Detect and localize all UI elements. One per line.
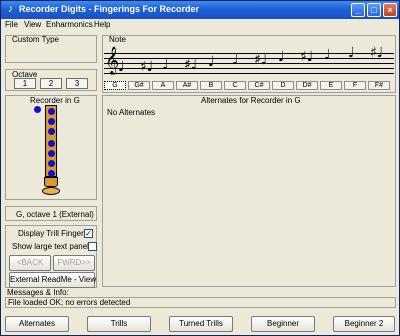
note-button-a[interactable]: A	[152, 81, 174, 90]
forward-button[interactable]: FWRD>>	[53, 255, 95, 271]
note-button-c[interactable]: C	[224, 81, 246, 90]
note-button-f[interactable]: F	[344, 81, 366, 90]
menu-enharmonics[interactable]: Enharmonics	[46, 20, 93, 29]
menu-help[interactable]: Help	[94, 20, 110, 29]
app-icon: ♪	[7, 3, 14, 15]
finger-hole-2-icon	[48, 118, 55, 125]
note-button-d[interactable]: D	[272, 81, 294, 90]
note-button-csharp[interactable]: C#	[248, 81, 270, 90]
finger-hole-3-icon	[48, 128, 55, 135]
note-a-icon: ♩	[162, 57, 169, 73]
note-csharp-icon: ♯♩	[254, 52, 268, 68]
note-button-dsharp[interactable]: D#	[296, 81, 318, 90]
display-trill-checkbox[interactable]: ✓	[84, 229, 93, 238]
note-button-asharp[interactable]: A#	[176, 81, 198, 90]
alternates-content: No Alternates	[107, 108, 156, 117]
music-staff: 𝄞 ♩ ♯♩ ♩ ♯♩ ♩ ♩ ♯♩ ♩ ♯♩ ♩ ♩ ♯♩	[104, 45, 394, 79]
note-e-icon: ♩	[324, 47, 331, 63]
minimize-button[interactable]: _	[351, 3, 365, 17]
recorder-bell	[42, 187, 60, 195]
readme-button[interactable]: External ReadMe - View	[9, 272, 96, 288]
back-button[interactable]: <BACK	[9, 255, 51, 271]
note-readout: G, octave 1 (External)	[16, 210, 94, 219]
turned-trills-button[interactable]: Turned Trills	[169, 316, 233, 332]
show-large-text-checkbox[interactable]	[88, 242, 97, 251]
note-button-e[interactable]: E	[320, 81, 342, 90]
finger-hole-5-icon	[48, 150, 55, 157]
show-large-text-label: Show large text panel	[12, 242, 89, 251]
menu-file[interactable]: File	[5, 20, 18, 29]
note-button-fsharp[interactable]: F#	[368, 81, 390, 90]
recorder-label: Recorder in G	[30, 96, 80, 105]
close-button[interactable]: ×	[383, 3, 397, 17]
menu-view[interactable]: View	[24, 20, 41, 29]
custom-type-label: Custom Type	[12, 35, 59, 44]
note-dsharp-icon: ♯♩	[300, 49, 314, 65]
note-readout-panel: G, octave 1 (External)	[5, 206, 97, 221]
note-button-gsharp[interactable]: G#	[128, 81, 150, 90]
finger-hole-4-icon	[48, 140, 55, 147]
messages-box: File loaded OK; no errors detected	[5, 297, 396, 308]
note-b-icon: ♩	[208, 54, 215, 70]
note-g-icon: ♩	[118, 59, 125, 75]
maximize-button[interactable]: □	[367, 3, 381, 17]
alternates-title: Alternates for Recorder in G	[201, 96, 301, 105]
octave-1-button[interactable]: 1	[14, 78, 36, 89]
messages-text: File loaded OK; no errors detected	[8, 298, 131, 307]
messages-label: Messages & Info:	[7, 288, 69, 297]
finger-hole-6-icon	[48, 160, 55, 167]
app-window: ♪ Recorder Digits - Fingerings For Recor…	[0, 0, 400, 336]
note-f-icon: ♩	[348, 45, 355, 61]
octave-2-button[interactable]: 2	[40, 78, 62, 89]
window-title: Recorder Digits - Fingerings For Recorde…	[19, 4, 200, 14]
staff-notes: ♩ ♯♩ ♩ ♯♩ ♩ ♩ ♯♩ ♩ ♯♩ ♩ ♩ ♯♩	[104, 45, 394, 79]
recorder-foot	[44, 177, 58, 187]
display-trill-label: Display Trill Fingers	[18, 229, 88, 238]
note-button-b[interactable]: B	[200, 81, 222, 90]
note-c-icon: ♩	[232, 52, 239, 68]
note-d-icon: ♩	[278, 49, 285, 65]
beginner-button[interactable]: Beginner	[251, 316, 315, 332]
beginner-2-button[interactable]: Beginner 2	[333, 316, 395, 332]
finger-hole-7-icon	[48, 170, 55, 177]
alternates-panel: Alternates for Recorder in G No Alternat…	[102, 95, 396, 287]
note-fsharp-icon: ♯♩	[370, 45, 384, 61]
title-bar: ♪ Recorder Digits - Fingerings For Recor…	[1, 1, 399, 19]
custom-type-panel: Custom Type	[5, 35, 97, 63]
octave-3-button[interactable]: 3	[66, 78, 88, 89]
alternates-button[interactable]: Alternates	[5, 316, 69, 332]
note-asharp-icon: ♯♩	[184, 57, 198, 73]
note-button-g[interactable]: G	[104, 81, 126, 90]
trills-button[interactable]: Trills	[87, 316, 151, 332]
finger-hole-1-icon	[48, 108, 55, 115]
note-panel-label: Note	[109, 35, 126, 44]
menu-bar: File View Enharmonics Help	[1, 19, 399, 31]
thumb-hole-icon	[34, 106, 41, 113]
note-gsharp-icon: ♯♩	[140, 59, 154, 75]
